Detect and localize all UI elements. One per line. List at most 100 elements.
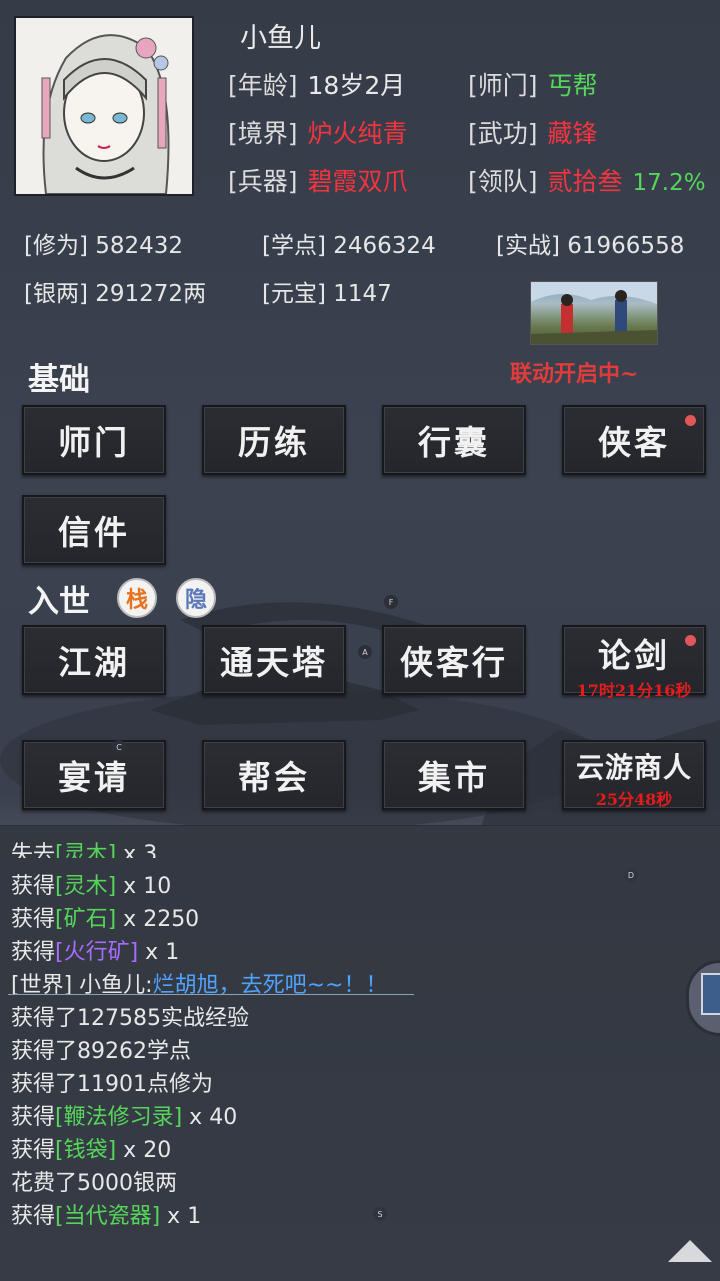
event-text[interactable]: 联动开启中~ [510, 356, 638, 388]
sect-value: 丐帮 [547, 71, 598, 100]
sect-button[interactable]: 师门 [22, 405, 166, 475]
ingot-stat: [元宝] 1147 [262, 274, 392, 308]
inventory-button-label: 行囊 [418, 423, 490, 462]
log-line: 获得[火行矿] x 1 [11, 934, 179, 966]
martial-row: [武功] 藏锋 [468, 114, 598, 150]
mail-button[interactable]: 信件 [22, 495, 166, 565]
guild-button[interactable]: 帮会 [202, 740, 346, 810]
cultivation-label: [修为] [24, 233, 88, 259]
log-line: 花费了5000银两 [11, 1171, 177, 1196]
duel-timer: 17时21分16秒 [576, 681, 692, 700]
sect-row: [师门] 丐帮 [468, 66, 598, 102]
age-value: 18岁2月 [307, 71, 406, 100]
combat-label: [实战] [496, 233, 560, 259]
log-item: [灵木] [55, 842, 117, 858]
ingot-value: 1147 [333, 281, 392, 307]
notification-dot-icon [685, 415, 696, 426]
event-banner[interactable] [530, 281, 658, 345]
log-line: 获得[当代瓷器] x 1 [11, 1198, 201, 1230]
leader-row: [领队] 贰拾叁 17.2% [468, 162, 706, 198]
log-line: 获得[钱袋] x 20 [11, 1132, 171, 1164]
sect-button-label: 师门 [58, 423, 130, 462]
age-row: [年龄] 18岁2月 [228, 66, 405, 102]
merchant-timer: 25分48秒 [595, 790, 673, 809]
character-portrait[interactable] [14, 16, 194, 196]
character-name: 小鱼儿 [240, 23, 321, 54]
market-button[interactable]: 集市 [382, 740, 526, 810]
training-button-label: 历练 [238, 423, 310, 462]
log-prefix: 获得 [11, 1105, 56, 1130]
marker-c: C [112, 740, 126, 754]
silver-label: [银两] [24, 281, 88, 307]
log-prefix: 获得 [11, 940, 56, 965]
marker-a: A [358, 645, 372, 659]
duel-button[interactable]: 论剑 17时21分16秒 [562, 625, 706, 700]
log-item: [钱袋] [55, 1138, 117, 1163]
market-button-label: 集市 [418, 758, 490, 797]
combat-value: 61966558 [567, 233, 685, 259]
book-icon [701, 973, 720, 1015]
log-suffix: x 20 [116, 1138, 172, 1163]
scroll-up-arrow-icon[interactable] [668, 1240, 712, 1262]
notification-dot-icon [685, 635, 696, 646]
weapon-value: 碧霞双爪 [307, 167, 408, 196]
hidden-badge-icon[interactable]: 隐 [176, 578, 216, 618]
log-prefix: 获得 [11, 1204, 56, 1229]
leader-percent: 17.2% [632, 170, 706, 196]
log-line: 获得[灵木] x 10 [11, 868, 171, 900]
log-suffix: x 1 [138, 940, 180, 965]
inn-badge-icon[interactable]: 栈 [117, 578, 157, 618]
age-label: [年龄] [228, 71, 298, 100]
marker-f: F [384, 595, 398, 609]
log-item: [当代瓷器] [55, 1204, 161, 1229]
log-prefix: 失去 [11, 842, 56, 858]
heroes-button-label: 侠客 [598, 423, 670, 462]
banquet-button[interactable]: 宴请 [22, 740, 166, 810]
log-item: [矿石] [55, 907, 117, 932]
leader-value: 贰拾叁 [547, 167, 623, 196]
cultivation-value: 582432 [95, 233, 184, 259]
portrait-illustration [16, 18, 192, 195]
jianghu-button-label: 江湖 [58, 643, 130, 682]
basic-section-title: 基础 [28, 362, 90, 398]
banquet-button-label: 宴请 [58, 758, 130, 797]
realm-label: [境界] [228, 119, 298, 148]
log-item: [鞭法修习录] [55, 1105, 183, 1130]
inventory-button[interactable]: 行囊 [382, 405, 526, 475]
realm-value: 炉火纯青 [307, 119, 408, 148]
weapon-row: [兵器] 碧霞双爪 [228, 162, 408, 198]
log-item: [火行矿] [55, 940, 139, 965]
study-stat: [学点] 2466324 [262, 226, 436, 260]
event-banner-image [531, 282, 657, 344]
log-line: 获得[矿石] x 2250 [11, 901, 199, 933]
ingot-label: [元宝] [262, 281, 326, 307]
hero-journey-button-label: 侠客行 [400, 643, 508, 682]
realm-row: [境界] 炉火纯青 [228, 114, 408, 150]
martial-value: 藏锋 [547, 119, 598, 148]
heroes-button[interactable]: 侠客 [562, 405, 706, 475]
log-line: 获得了127585实战经验 [11, 1006, 249, 1031]
log-line: 获得了11901点修为 [11, 1072, 213, 1097]
hero-journey-button[interactable]: 侠客行 [382, 625, 526, 695]
marker-s: S [373, 1207, 387, 1221]
world-section-title: 入世 [28, 584, 90, 620]
mail-button-label: 信件 [58, 513, 130, 552]
leader-label: [领队] [468, 167, 538, 196]
log-prefix: 获得 [11, 874, 56, 899]
martial-label: [武功] [468, 119, 538, 148]
merchant-button-label: 云游商人 [575, 751, 692, 784]
study-value: 2466324 [333, 233, 436, 259]
log-line: 获得[鞭法修习录] x 40 [11, 1099, 237, 1131]
merchant-button[interactable]: 云游商人 25分48秒 [562, 740, 706, 810]
training-button[interactable]: 历练 [202, 405, 346, 475]
log-prefix: 获得 [11, 907, 56, 932]
guild-button-label: 帮会 [238, 758, 310, 797]
cultivation-stat: [修为] 582432 [24, 226, 183, 260]
log-prefix: 获得 [11, 1138, 56, 1163]
log-item: [灵木] [55, 874, 117, 899]
log-suffix: x 1 [160, 1204, 202, 1229]
log-line: 获得了89262学点 [11, 1039, 191, 1064]
combat-stat: [实战] 61966558 [496, 226, 684, 260]
tower-button[interactable]: 通天塔 [202, 625, 346, 695]
jianghu-button[interactable]: 江湖 [22, 625, 166, 695]
